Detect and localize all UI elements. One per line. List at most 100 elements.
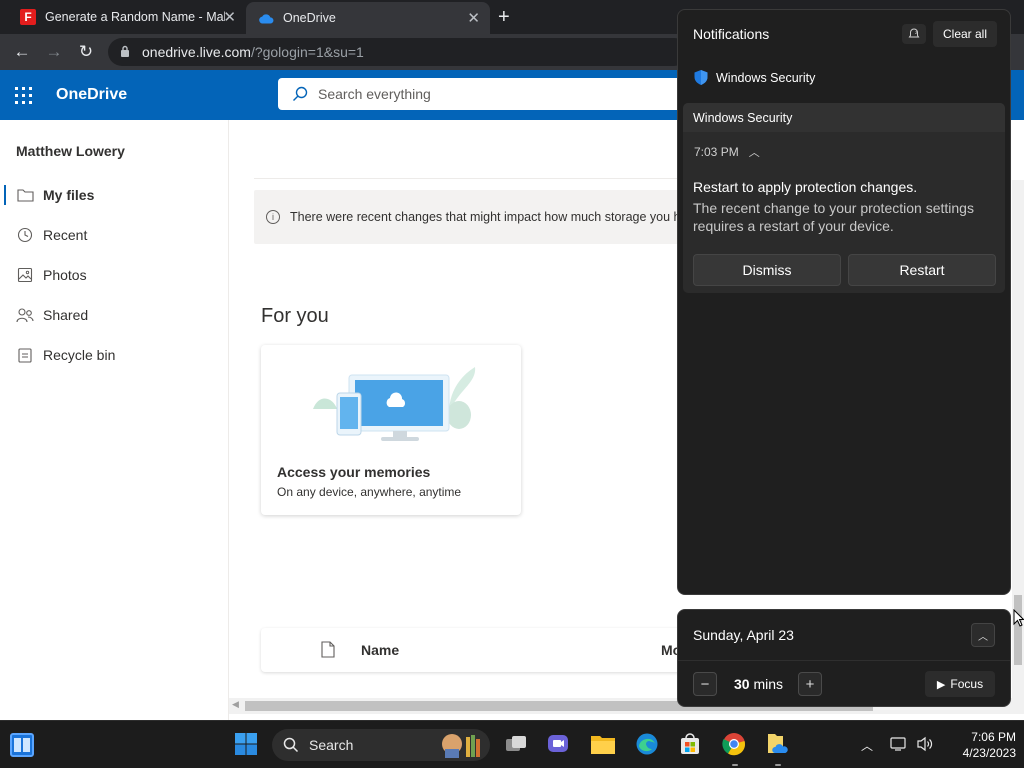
start-windows-icon[interactable]	[233, 731, 259, 757]
teams-chat-icon[interactable]	[545, 731, 571, 757]
microsoft-store-icon[interactable]	[677, 731, 703, 757]
volume-icon[interactable]	[916, 736, 934, 755]
sidebar-item-label: Recent	[43, 227, 88, 243]
chevron-up-icon[interactable]: ︿	[861, 737, 873, 754]
notification-center: Notifications z Clear all Windows Securi…	[677, 9, 1011, 595]
folder-icon	[16, 186, 34, 204]
focus-unit: mins	[753, 676, 784, 692]
dismiss-button[interactable]: Dismiss	[693, 254, 841, 286]
info-icon: i	[266, 210, 280, 224]
focus-minutes: 30	[734, 676, 750, 692]
file-explorer-icon[interactable]	[590, 731, 616, 757]
toast-body: The recent change to your protection set…	[693, 200, 974, 234]
forward-arrow-icon[interactable]: →	[43, 41, 65, 63]
network-icon[interactable]	[890, 736, 908, 755]
column-header-name[interactable]: Name	[361, 642, 399, 658]
notification-toast[interactable]: Windows Security 7:03 PM ︿ Restart to ap…	[683, 103, 1005, 293]
fakename-favicon-icon: F	[20, 9, 36, 25]
mouse-cursor-icon	[1013, 609, 1024, 627]
sidebar-item-my-files[interactable]: My files	[0, 177, 228, 213]
taskbar: Search ︿ 7:06 PM 4/23/2023	[0, 720, 1024, 768]
taskbar-search-label: Search	[309, 737, 354, 753]
devices-illustration-icon	[313, 367, 476, 441]
sidebar-item-recycle-bin[interactable]: Recycle bin	[0, 337, 228, 373]
close-tab-icon[interactable]: ✕	[467, 9, 480, 27]
task-view-icon[interactable]	[503, 731, 529, 757]
focus-decrease-button[interactable]: −	[693, 672, 717, 696]
search-icon	[293, 86, 308, 101]
people-icon	[16, 306, 34, 324]
sidebar-item-label: Recycle bin	[43, 347, 116, 363]
restart-button[interactable]: Restart	[848, 254, 996, 286]
system-clock[interactable]: 7:06 PM 4/23/2023	[944, 729, 1016, 761]
running-indicator	[732, 764, 738, 766]
card-subtitle: On any device, anywhere, anytime	[277, 485, 462, 499]
clock-icon	[16, 226, 34, 244]
notifications-title: Notifications	[693, 26, 770, 42]
user-name: Matthew Lowery	[16, 143, 125, 159]
app-name: Windows Security	[716, 70, 816, 85]
chevron-up-icon[interactable]: ︿	[749, 144, 760, 160]
tab-onedrive[interactable]: OneDrive ✕	[246, 2, 490, 34]
file-type-icon	[321, 641, 335, 658]
chrome-browser-icon[interactable]	[721, 731, 747, 757]
calendar-panel: Sunday, April 23 ︿ − 30 mins + ▶ Focus	[677, 609, 1011, 707]
calendar-date: Sunday, April 23	[693, 627, 794, 643]
info-text: There were recent changes that might imp…	[290, 210, 694, 224]
toast-time: 7:03 PM	[694, 145, 739, 159]
widgets-icon[interactable]	[10, 733, 34, 757]
reload-icon[interactable]: ↻	[75, 41, 97, 63]
scroll-left-icon[interactable]: ◀	[232, 699, 239, 710]
vertical-scroll-thumb[interactable]	[1014, 595, 1022, 665]
sidebar-item-shared[interactable]: Shared	[0, 297, 228, 333]
left-navigation: Matthew Lowery My files Recent Photos Sh…	[0, 120, 229, 720]
chevron-up-icon[interactable]: ︿	[971, 623, 995, 647]
running-indicator	[775, 764, 781, 766]
focus-duration: 30 mins	[734, 676, 783, 692]
image-icon	[16, 266, 34, 284]
taskbar-search[interactable]: Search	[272, 729, 490, 761]
onedrive-brand[interactable]: OneDrive	[56, 86, 127, 104]
clear-all-button[interactable]: Clear all	[933, 21, 997, 47]
focus-button[interactable]: ▶ Focus	[925, 671, 995, 697]
clock-date: 4/23/2023	[962, 746, 1016, 760]
memories-card[interactable]: Access your memories On any device, anyw…	[261, 345, 521, 515]
search-icon	[283, 737, 299, 753]
clock-time: 7:06 PM	[971, 730, 1016, 744]
focus-label: Focus	[950, 677, 984, 691]
app-launcher-icon[interactable]	[15, 87, 32, 104]
url-path: /?gologin=1&su=1	[250, 44, 364, 60]
focus-increase-button[interactable]: +	[798, 672, 822, 696]
storage-info-banner: i There were recent changes that might i…	[254, 190, 714, 244]
sidebar-item-photos[interactable]: Photos	[0, 257, 228, 293]
edge-browser-icon[interactable]	[634, 731, 660, 757]
onedrive-folder-icon[interactable]	[765, 731, 791, 757]
section-title: For you	[261, 305, 329, 327]
do-not-disturb-icon[interactable]: z	[902, 24, 926, 44]
search-highlight-icon	[442, 734, 480, 758]
search-input[interactable]: Search everything	[278, 78, 698, 110]
url-bar[interactable]: onedrive.live.com/?gologin=1&su=1	[108, 38, 688, 66]
svg-text:z: z	[915, 30, 918, 36]
close-tab-icon[interactable]: ✕	[223, 8, 236, 26]
toast-time-row[interactable]: 7:03 PM ︿	[694, 144, 760, 160]
sidebar-item-label: Photos	[43, 267, 87, 283]
toast-title: Restart to apply protection changes.	[693, 179, 918, 195]
sidebar-item-label: My files	[43, 187, 95, 203]
sidebar-item-recent[interactable]: Recent	[0, 217, 228, 253]
back-arrow-icon[interactable]: ←	[11, 41, 33, 63]
shield-icon	[694, 70, 708, 85]
toast-header: Windows Security	[683, 103, 1005, 132]
play-icon: ▶	[936, 678, 946, 691]
file-list-header: Name Mo	[261, 628, 731, 672]
sidebar-item-label: Shared	[43, 307, 89, 323]
new-tab-button[interactable]: +	[498, 6, 510, 29]
tab-random-name[interactable]: F Generate a Random Name - Mal ✕	[0, 0, 246, 34]
url-host: onedrive.live.com	[142, 44, 251, 60]
divider	[254, 178, 714, 179]
card-title: Access your memories	[277, 464, 431, 480]
divider	[678, 660, 1010, 661]
lock-icon	[120, 45, 134, 60]
tab-title: OneDrive	[283, 11, 336, 25]
notification-app-group: Windows Security	[693, 69, 815, 86]
